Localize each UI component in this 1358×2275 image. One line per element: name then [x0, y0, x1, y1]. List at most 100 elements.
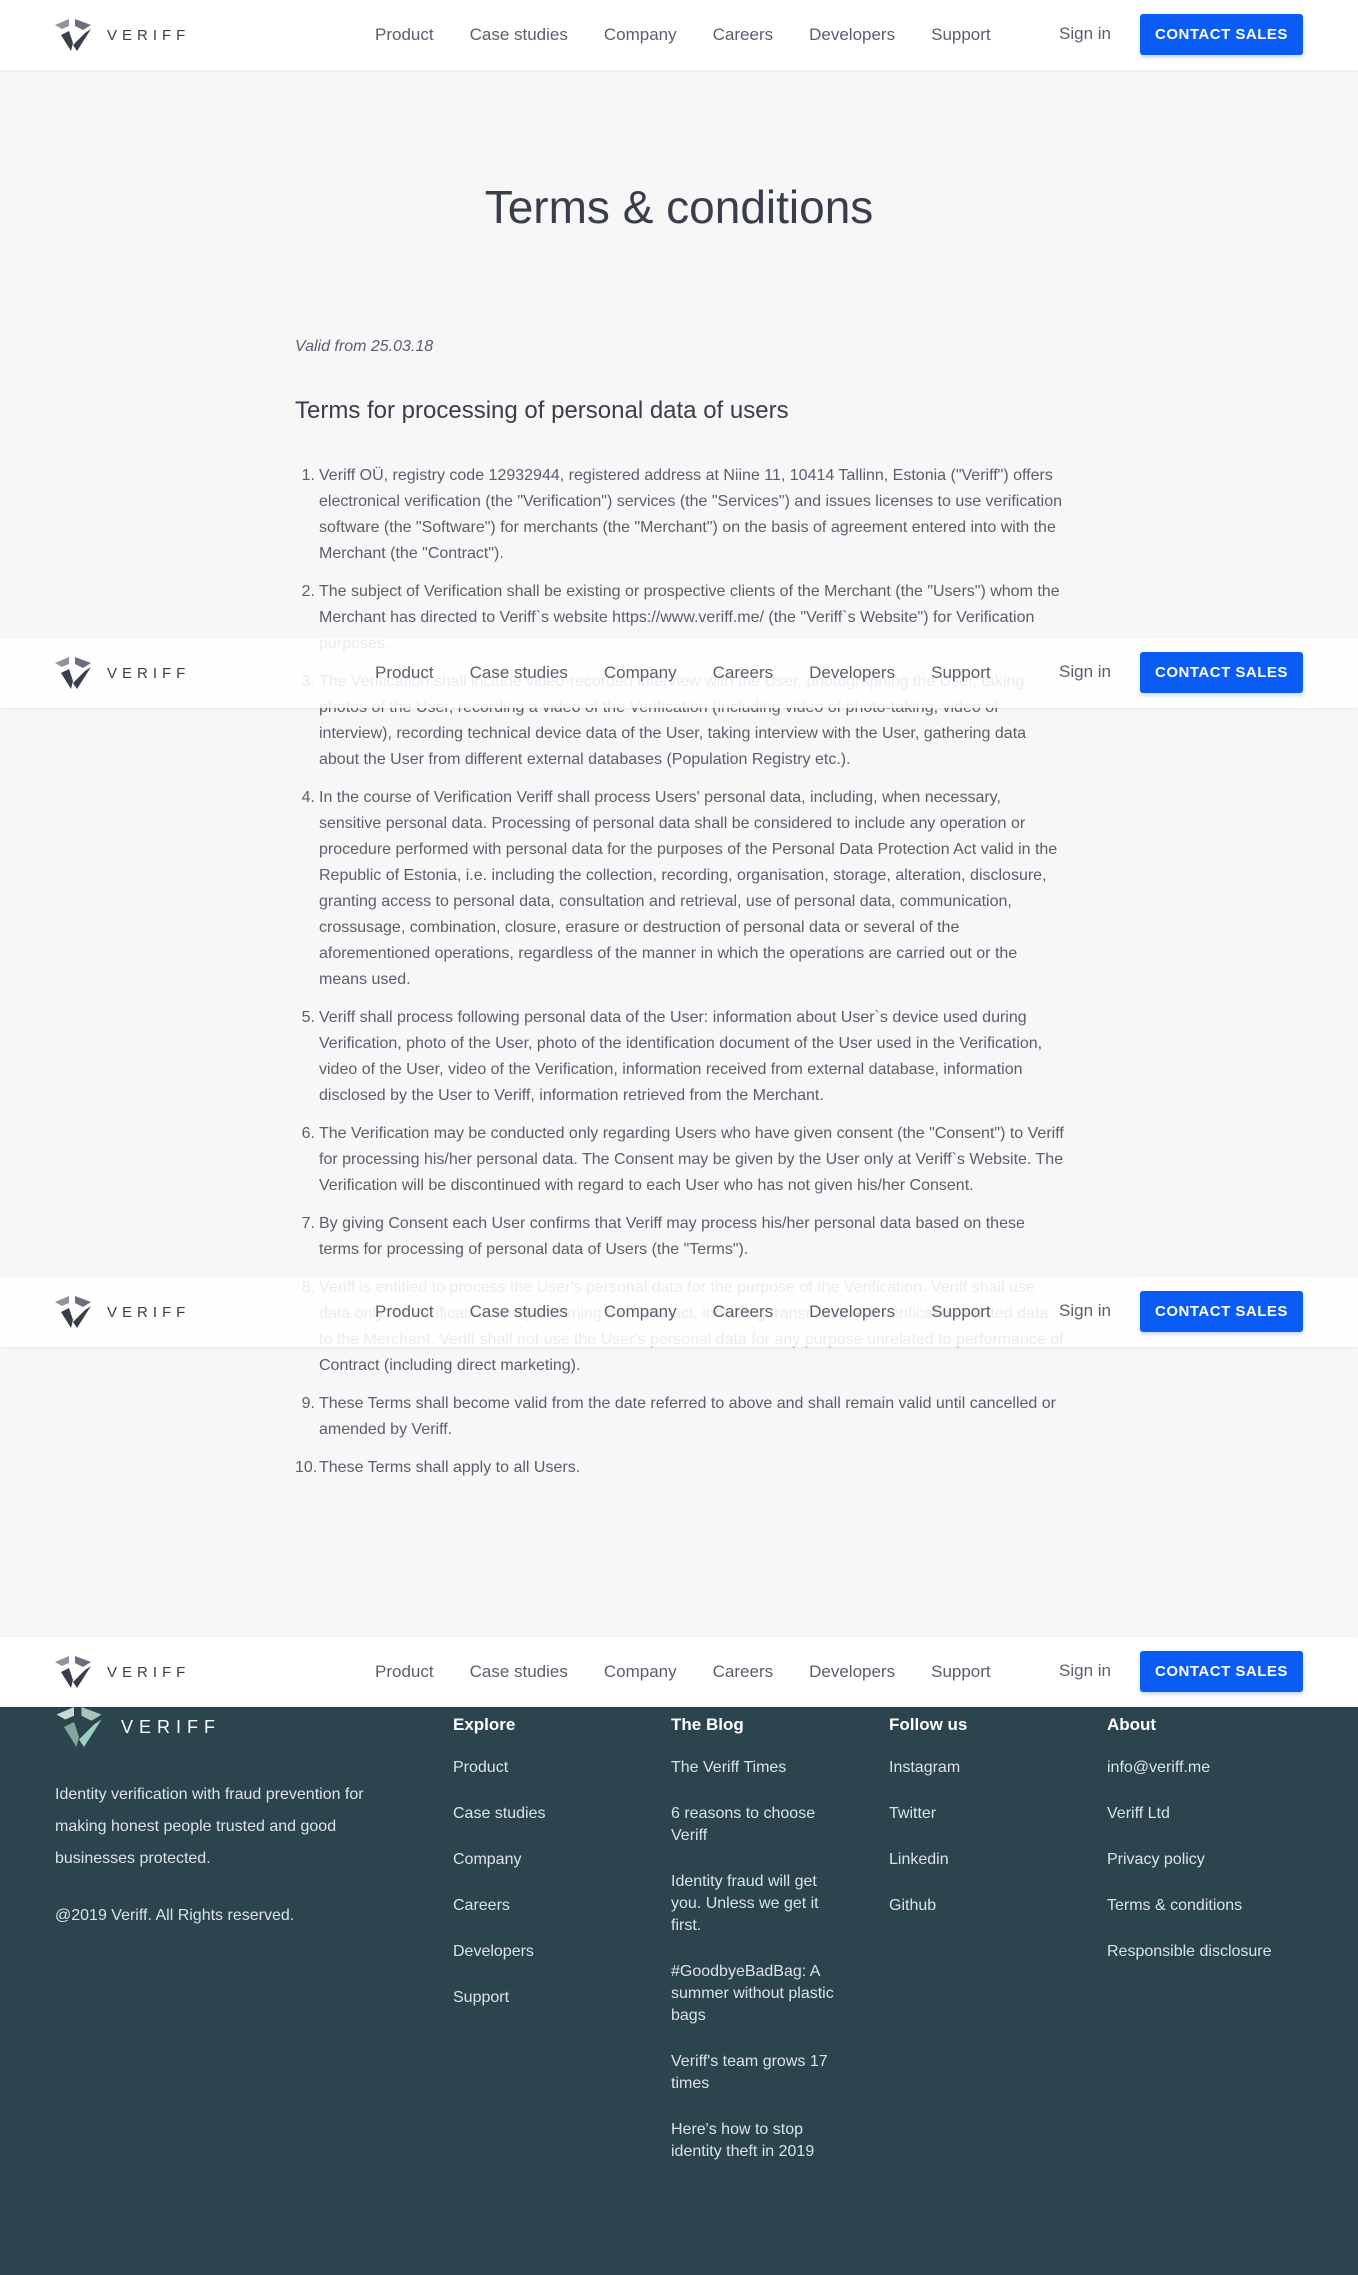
sticky-navbar: VERIFF Product Case studies Company Care…	[0, 638, 1358, 708]
footer-link[interactable]: 6 reasons to choose Veriff	[671, 1803, 841, 1847]
veriff-logo-icon	[55, 1296, 91, 1328]
brand-wordmark: VERIFF	[107, 664, 191, 682]
nav-links: Product Case studies Company Careers Dev…	[375, 1637, 1027, 1707]
veriff-logo[interactable]: VERIFF	[55, 1656, 190, 1688]
veriff-logo-icon	[56, 1707, 102, 1747]
nav-link-developers[interactable]: Developers	[809, 25, 895, 45]
contact-sales-button[interactable]: CONTACT SALES	[1140, 1651, 1303, 1692]
veriff-logo[interactable]: VERIFF	[55, 1296, 190, 1328]
brand-wordmark: VERIFF	[107, 1303, 191, 1321]
footer-link[interactable]: Veriff's team grows 17 times	[671, 2051, 841, 2095]
nav-link-company[interactable]: Company	[604, 25, 677, 45]
footer-link[interactable]: Identity fraud will get you. Unless we g…	[671, 1871, 841, 1937]
nav-link-product[interactable]: Product	[375, 1662, 434, 1682]
footer-link[interactable]: Careers	[453, 1895, 623, 1917]
term-item: 9. These Terms shall become valid from th…	[295, 1391, 1065, 1443]
nav-links: Product Case studies Company Careers Dev…	[375, 0, 1027, 70]
footer-link-twitter[interactable]: Twitter	[889, 1803, 1059, 1825]
term-item: 7. By giving Consent each User confirms t…	[295, 1211, 1065, 1263]
nav-link-support[interactable]: Support	[931, 1302, 991, 1322]
nav-link-case-studies[interactable]: Case studies	[470, 1302, 568, 1322]
valid-from-date: Valid from 25.03.18	[295, 338, 434, 355]
term-number: 7.	[301, 1215, 315, 1232]
sign-in-link[interactable]: Sign in	[1059, 24, 1111, 44]
nav-link-company[interactable]: Company	[604, 1302, 677, 1322]
term-text: Veriff shall process following personal …	[319, 1009, 1043, 1104]
footer-tagline: Identity verification with fraud prevent…	[55, 1786, 364, 1867]
contact-sales-button[interactable]: CONTACT SALES	[1140, 652, 1303, 693]
sign-in-link[interactable]: Sign in	[1059, 1661, 1111, 1681]
term-item: 5. Veriff shall process following persona…	[295, 1005, 1065, 1109]
nav-link-product[interactable]: Product	[375, 663, 434, 683]
sign-in-link[interactable]: Sign in	[1059, 662, 1111, 682]
footer-column-explore: Explore Product Case studies Company Car…	[453, 1715, 623, 2033]
nav-link-product[interactable]: Product	[375, 1302, 434, 1322]
footer-link[interactable]: Veriff Ltd	[1107, 1803, 1277, 1825]
term-item: 6. The Verification may be conducted only…	[295, 1121, 1065, 1199]
footer-link[interactable]: Developers	[453, 1941, 623, 1963]
veriff-logo-icon	[55, 1656, 91, 1688]
nav-link-developers[interactable]: Developers	[809, 1302, 895, 1322]
term-number: 6.	[301, 1125, 315, 1142]
veriff-logo[interactable]: VERIFF	[55, 657, 190, 689]
footer-link[interactable]: Case studies	[453, 1803, 623, 1825]
sticky-navbar: VERIFF Product Case studies Company Care…	[0, 1637, 1358, 1707]
nav-link-support[interactable]: Support	[931, 1662, 991, 1682]
site-footer: VERIFF Identity verification with fraud …	[0, 1707, 1358, 2275]
footer-wordmark: VERIFF	[121, 1716, 222, 1737]
nav-link-careers[interactable]: Careers	[713, 1662, 773, 1682]
nav-link-case-studies[interactable]: Case studies	[470, 663, 568, 683]
footer-link-linkedin[interactable]: Linkedin	[889, 1849, 1059, 1871]
term-text: The Verification may be conducted only r…	[319, 1125, 1064, 1194]
footer-link[interactable]: Responsible disclosure	[1107, 1941, 1277, 1963]
nav-link-product[interactable]: Product	[375, 25, 434, 45]
nav-link-careers[interactable]: Careers	[713, 25, 773, 45]
nav-link-company[interactable]: Company	[604, 663, 677, 683]
footer-column-title: Follow us	[889, 1715, 968, 1734]
brand-wordmark: VERIFF	[107, 1663, 191, 1681]
term-item: 4. In the course of Verification Veriff s…	[295, 785, 1065, 993]
contact-sales-button[interactable]: CONTACT SALES	[1140, 1291, 1303, 1332]
term-text: These Terms shall become valid from the …	[319, 1395, 1056, 1438]
page-title: Terms & conditions	[484, 181, 874, 233]
term-text: By giving Consent each User confirms tha…	[319, 1215, 1025, 1258]
sign-in-link[interactable]: Sign in	[1059, 1301, 1111, 1321]
footer-link[interactable]: Company	[453, 1849, 623, 1871]
nav-link-case-studies[interactable]: Case studies	[470, 25, 568, 45]
footer-link-github[interactable]: Github	[889, 1895, 1059, 1917]
footer-column-blog: The Blog The Veriff Times 6 reasons to c…	[671, 1715, 841, 2187]
section-title: Terms for processing of personal data of…	[295, 397, 789, 424]
veriff-logo[interactable]: VERIFF	[55, 19, 190, 51]
footer-link[interactable]: Product	[453, 1757, 623, 1779]
nav-link-case-studies[interactable]: Case studies	[470, 1662, 568, 1682]
footer-column-title: The Blog	[671, 1715, 744, 1734]
nav-link-developers[interactable]: Developers	[809, 663, 895, 683]
contact-sales-button[interactable]: CONTACT SALES	[1140, 14, 1303, 55]
term-text: In the course of Verification Veriff sha…	[319, 789, 1058, 988]
footer-copyright: @2019 Veriff. All Rights reserved.	[55, 1907, 295, 1924]
footer-column-title: Explore	[453, 1715, 516, 1734]
footer-link[interactable]: Privacy policy	[1107, 1849, 1277, 1871]
footer-link[interactable]: The Veriff Times	[671, 1757, 841, 1779]
footer-column-about: About info@veriff.me Veriff Ltd Privacy …	[1107, 1715, 1277, 1987]
footer-link[interactable]: Terms & conditions	[1107, 1895, 1277, 1917]
footer-logo[interactable]: VERIFF	[55, 1707, 221, 1747]
footer-link[interactable]: Here's how to stop identity theft in 201…	[671, 2119, 841, 2163]
term-item: 1. Veriff OÜ, registry code 12932944, reg…	[295, 463, 1065, 567]
nav-link-support[interactable]: Support	[931, 25, 991, 45]
nav-link-support[interactable]: Support	[931, 663, 991, 683]
nav-link-developers[interactable]: Developers	[809, 1662, 895, 1682]
footer-link[interactable]: #GoodbyeBadBag: A summer without plastic…	[671, 1961, 841, 2027]
nav-link-careers[interactable]: Careers	[713, 663, 773, 683]
term-text: Veriff OÜ, registry code 12932944, regis…	[319, 467, 1063, 562]
term-number: 1.	[301, 467, 315, 484]
footer-link[interactable]: Support	[453, 1987, 623, 2009]
term-number: 9.	[301, 1395, 315, 1412]
term-number: 5.	[301, 1009, 315, 1026]
nav-link-careers[interactable]: Careers	[713, 1302, 773, 1322]
term-item: 10. These Terms shall apply to all Users.	[295, 1455, 1065, 1481]
top-navbar: VERIFF Product Case studies Company Care…	[0, 0, 1358, 70]
footer-link[interactable]: info@veriff.me	[1107, 1757, 1277, 1779]
nav-link-company[interactable]: Company	[604, 1662, 677, 1682]
footer-link-instagram[interactable]: Instagram	[889, 1757, 1059, 1779]
